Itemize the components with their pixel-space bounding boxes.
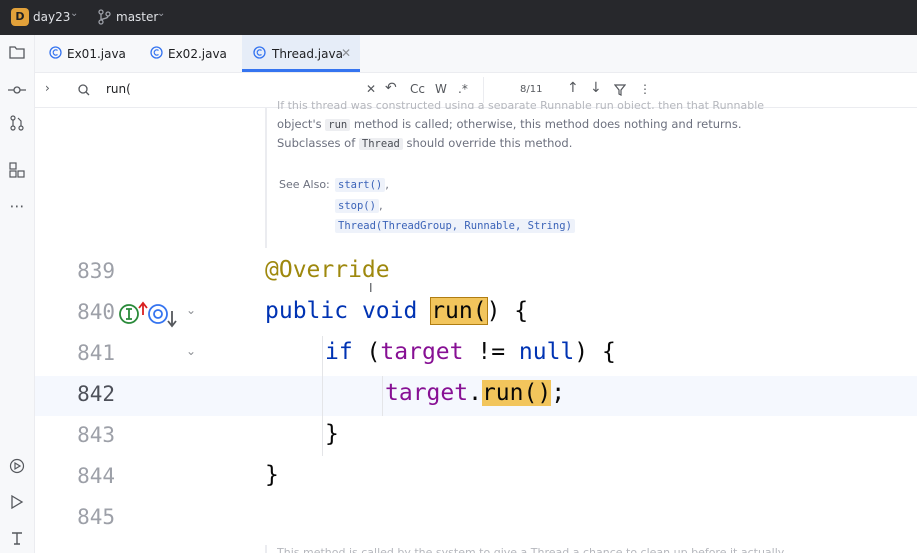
close-icon[interactable]: ✕ [341, 46, 351, 60]
annotation: @Override [265, 257, 390, 283]
project-name[interactable]: day23 [33, 10, 70, 24]
more-tools-icon[interactable]: ⋯ [7, 196, 27, 216]
code-text: ; [551, 380, 566, 406]
chevron-right-icon[interactable]: › [45, 81, 50, 95]
doc-link-start[interactable]: start(), [335, 177, 389, 192]
doc-text-line: This method is called by the system to g… [277, 546, 785, 553]
doc-rule [265, 545, 267, 553]
doc-text-line: Subclasses of Thread should override thi… [277, 136, 572, 150]
terminal-icon[interactable] [7, 530, 27, 550]
doc-text: should override this method. [406, 136, 573, 150]
active-tab-indicator [242, 69, 360, 72]
code-line-839[interactable]: @Override [265, 257, 390, 283]
java-class-icon [150, 46, 163, 59]
doc-code: run [325, 119, 351, 131]
project-folder-icon[interactable] [7, 44, 27, 64]
tab-label: Thread.java [272, 47, 343, 61]
line-number: 839 [77, 259, 115, 283]
line-number: 843 [77, 423, 115, 447]
fold-chevron-icon[interactable]: ⌄ [186, 344, 196, 358]
previous-occurrence-icon[interactable]: ↑ [567, 80, 579, 96]
search-match: run() [481, 380, 552, 406]
field-reference: target [385, 380, 469, 406]
code-line-840[interactable]: public void run() { [265, 297, 529, 325]
indent-guide [322, 336, 323, 456]
match-count: 8/11 [520, 84, 543, 95]
field-reference: target [380, 339, 464, 365]
chevron-down-icon[interactable]: ⌄ [70, 8, 78, 19]
code-line-841[interactable]: if (target != null) { [325, 339, 616, 365]
link-thread-constructor[interactable]: Thread(ThreadGroup, Runnable, String) [335, 219, 575, 233]
search-icon[interactable] [78, 84, 92, 96]
filter-icon[interactable] [614, 84, 626, 96]
keyword: if [325, 339, 353, 365]
regex-toggle[interactable]: .* [458, 82, 468, 96]
doc-text: object's [277, 117, 322, 131]
overridden-method-icon[interactable] [148, 301, 178, 329]
pull-requests-icon[interactable] [7, 115, 27, 135]
indent-guide [382, 376, 383, 416]
services-icon[interactable] [7, 458, 27, 478]
doc-link-constructor[interactable]: Thread(ThreadGroup, Runnable, String) [335, 218, 575, 233]
doc-link-stop[interactable]: stop(), [335, 198, 383, 213]
keyword: null [518, 339, 575, 365]
doc-text: Subclasses of [277, 136, 356, 150]
line-number: 841 [77, 341, 115, 365]
code-line-842[interactable]: target.run(); [385, 380, 565, 406]
line-number: 842 [77, 382, 115, 406]
code-text: ( [352, 339, 381, 365]
tab-thread[interactable]: Thread.java ✕ [242, 35, 360, 72]
title-bar: D day23 ⌄ master ⌄ [0, 0, 917, 35]
line-number: 840 [77, 300, 115, 324]
doc-text-line: object's run method is called; otherwise… [277, 117, 742, 131]
search-match-current: run( [430, 297, 488, 325]
code-text: ) { [574, 339, 616, 365]
more-options-icon[interactable]: ⋮ [639, 82, 651, 96]
tab-label: Ex01.java [67, 47, 126, 61]
tab-label: Ex02.java [168, 47, 227, 61]
link-start[interactable]: start() [335, 178, 386, 192]
code-text: . [468, 380, 482, 406]
branch-name[interactable]: master [116, 10, 158, 24]
rendered-javadoc: If this thread was constructed using a s… [265, 99, 915, 248]
keyword: void [361, 298, 418, 324]
tab-ex01[interactable]: Ex01.java [49, 35, 139, 72]
clear-search-icon[interactable]: ✕ [366, 82, 376, 96]
implements-method-icon[interactable] [119, 301, 149, 327]
fold-chevron-icon[interactable]: ⌄ [186, 303, 196, 317]
doc-text-line: If this thread was constructed using a s… [277, 99, 765, 109]
search-input[interactable]: run( [106, 82, 131, 96]
git-branch-icon [98, 9, 111, 25]
link-stop[interactable]: stop() [335, 199, 379, 213]
line-number: 844 [77, 464, 115, 488]
match-case-toggle[interactable]: Cc [410, 82, 425, 96]
code-line-844[interactable]: } [265, 462, 279, 488]
run-icon[interactable] [7, 494, 27, 514]
project-badge[interactable]: D [11, 8, 29, 26]
chevron-down-icon[interactable]: ⌄ [157, 8, 165, 19]
line-number: 845 [77, 505, 115, 529]
replace-toggle-icon[interactable]: ↶ [385, 80, 397, 96]
words-toggle[interactable]: W [435, 82, 447, 96]
doc-code: Thread [358, 138, 403, 150]
see-also-label: See Also: [279, 178, 330, 191]
java-class-icon [253, 46, 266, 59]
text-cursor-icon: I [369, 281, 373, 295]
code-line-843[interactable]: } [325, 421, 339, 447]
structure-icon[interactable] [7, 162, 27, 182]
next-occurrence-icon[interactable]: ↓ [590, 80, 602, 96]
tool-window-strip: ⋯ [0, 35, 35, 553]
code-text: ) { [486, 298, 529, 324]
doc-text: method is called; otherwise, this method… [353, 117, 742, 131]
keyword: public [265, 298, 349, 324]
tab-ex02[interactable]: Ex02.java [150, 35, 240, 72]
java-class-icon [49, 46, 62, 59]
code-text: != [463, 339, 519, 365]
commit-icon[interactable] [7, 80, 27, 100]
editor-tabs: Ex01.java Ex02.java Thread.java ✕ [35, 35, 917, 73]
